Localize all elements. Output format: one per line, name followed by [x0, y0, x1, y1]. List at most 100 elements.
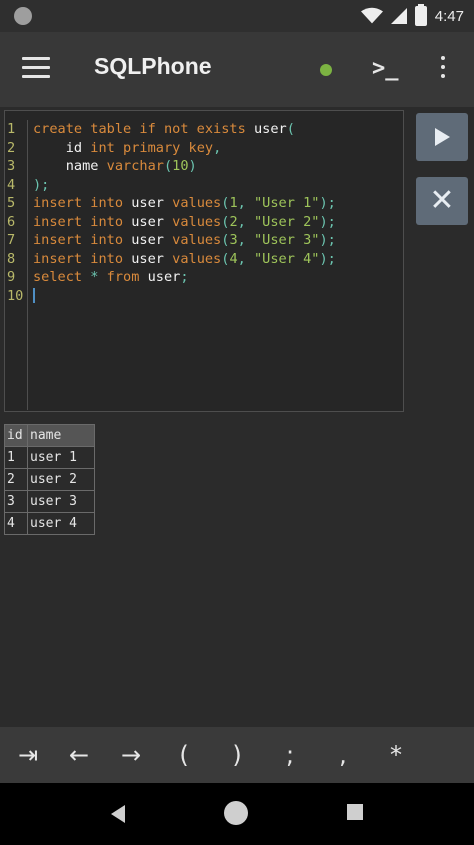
- results-header-row: id name: [4, 424, 95, 447]
- code-token: values: [172, 195, 222, 211]
- code-token: insert into: [33, 195, 132, 211]
- line-number: 1: [7, 121, 16, 137]
- notification-dot-icon: [14, 7, 32, 25]
- code-token: values: [172, 250, 222, 267]
- system-nav-bar: [0, 783, 474, 845]
- home-icon[interactable]: [224, 801, 248, 825]
- code-token: ,: [237, 232, 254, 248]
- cell-id: 1: [4, 446, 28, 469]
- code-token: user: [147, 269, 181, 285]
- table-row: 4 user 4: [4, 512, 95, 535]
- wifi-icon: [360, 7, 383, 24]
- cell-id: 4: [4, 512, 28, 535]
- code-token: select: [33, 269, 91, 285]
- line-number-gutter: 1 2 3 4 5 6 7 8 9 10: [5, 120, 28, 410]
- recent-apps-icon[interactable]: [347, 804, 363, 820]
- code-token: user: [131, 250, 173, 267]
- tab-key[interactable]: ⇥: [2, 727, 54, 783]
- cell-name: user 4: [27, 512, 95, 535]
- code-token: ,: [237, 213, 254, 230]
- cell-name: user 2: [27, 468, 95, 491]
- code-token: id: [33, 139, 91, 156]
- code-token: ): [188, 158, 197, 174]
- status-time: 4:47: [434, 7, 464, 25]
- table-row: 1 user 1: [4, 446, 95, 469]
- code-token: create table if not exists: [33, 121, 254, 137]
- line-number: 6: [7, 213, 16, 230]
- sql-editor[interactable]: 1 2 3 4 5 6 7 8 9 10 create table if not exists u…: [4, 110, 404, 412]
- column-header-id: id: [4, 424, 28, 447]
- code-token: );: [319, 213, 336, 230]
- column-header-name: name: [27, 424, 95, 447]
- code-token: ;: [180, 269, 189, 285]
- semicolon-key[interactable]: ;: [264, 727, 316, 783]
- code-token: (: [163, 158, 173, 174]
- code-token: (: [286, 121, 295, 137]
- code-token: 4: [229, 250, 238, 267]
- code-token: 2: [229, 213, 238, 230]
- results-table: id name 1 user 1 2 user 2 3 user 3 4 use…: [4, 424, 95, 535]
- code-token: user: [131, 213, 173, 230]
- code-token: user: [131, 232, 173, 248]
- code-token: 1: [229, 195, 238, 211]
- code-line: [33, 287, 336, 306]
- code-token: ,: [237, 195, 254, 211]
- line-number: 8: [7, 250, 16, 267]
- app-title: SQLPhone: [94, 53, 212, 79]
- code-token: "User 2": [254, 213, 320, 230]
- battery-icon: [414, 4, 427, 26]
- code-token: );: [319, 232, 336, 248]
- app-bar: SQLPhone >_: [0, 32, 474, 107]
- code-token: user: [253, 121, 287, 137]
- code-area[interactable]: create table if not exists user( id int …: [33, 120, 336, 305]
- code-token: varchar: [106, 158, 164, 174]
- asterisk-key[interactable]: *: [370, 727, 422, 783]
- code-token: );: [319, 195, 336, 211]
- code-line: insert into user values(2, "User 2");: [33, 213, 336, 232]
- close-paren-key[interactable]: ): [211, 727, 263, 783]
- code-line: id int primary key,: [33, 139, 336, 158]
- code-token: "User 4": [254, 250, 320, 267]
- code-token: *: [90, 269, 107, 285]
- code-line: );: [33, 176, 336, 195]
- code-token: name: [33, 158, 107, 174]
- terminal-icon[interactable]: >_: [372, 56, 399, 81]
- clear-button[interactable]: ✕: [416, 177, 468, 225]
- status-icons: 4:47: [360, 4, 464, 26]
- line-number: 7: [7, 232, 16, 248]
- code-line: insert into user values(1, "User 1");: [33, 194, 336, 213]
- right-arrow-key[interactable]: →: [105, 727, 157, 783]
- code-line: create table if not exists user(: [33, 120, 336, 139]
- back-icon[interactable]: [111, 805, 125, 823]
- run-button[interactable]: [416, 113, 468, 161]
- code-token: insert into: [33, 232, 132, 248]
- code-token: user: [131, 195, 173, 211]
- code-line: select * from user;: [33, 268, 336, 287]
- symbol-key-bar: ⇥ ← →();, *: [0, 727, 474, 783]
- code-token: int primary key: [90, 139, 214, 156]
- line-number: 5: [7, 195, 16, 211]
- line-number: 9: [7, 269, 16, 285]
- comma-key[interactable]: ,: [317, 727, 369, 783]
- line-number: 2: [7, 139, 16, 156]
- line-number: 4: [7, 176, 16, 193]
- open-paren-key[interactable]: (: [158, 727, 210, 783]
- code-token: );: [33, 176, 50, 193]
- code-token: );: [319, 250, 336, 267]
- code-token: from: [106, 269, 148, 285]
- text-cursor: [33, 288, 35, 303]
- code-token: 3: [229, 232, 238, 248]
- cell-name: user 1: [27, 446, 95, 469]
- code-token: ,: [237, 250, 254, 267]
- left-arrow-key[interactable]: ←: [53, 727, 105, 783]
- line-number: 10: [7, 287, 24, 304]
- code-line: insert into user values(4, "User 4");: [33, 250, 336, 269]
- code-token: ,: [213, 139, 222, 156]
- signal-icon: [390, 8, 407, 24]
- more-vert-icon[interactable]: [440, 56, 446, 82]
- code-token: values: [172, 213, 222, 230]
- cell-name: user 3: [27, 490, 95, 513]
- menu-icon[interactable]: [22, 57, 50, 79]
- cell-id: 3: [4, 490, 28, 513]
- play-icon: [435, 128, 450, 146]
